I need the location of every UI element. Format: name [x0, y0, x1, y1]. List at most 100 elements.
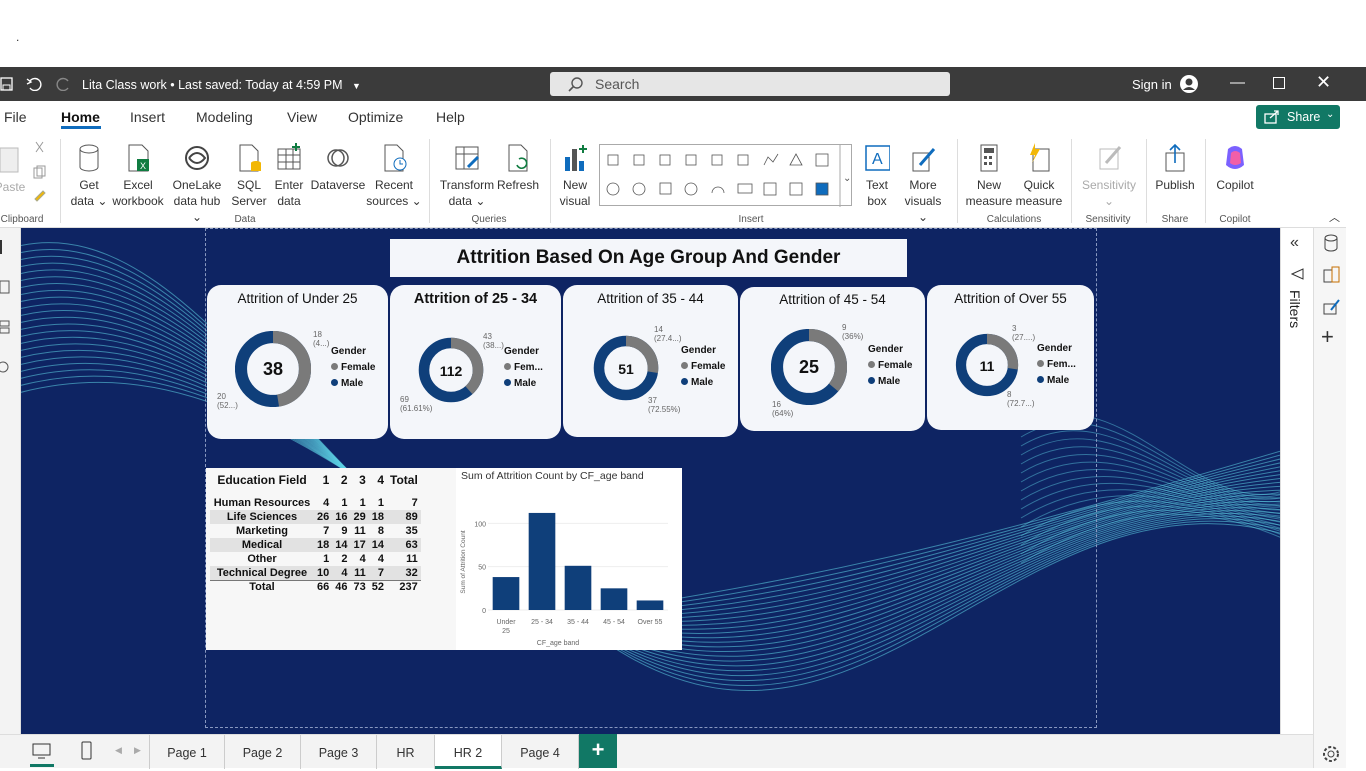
text-box-button[interactable]: A Text box: [858, 143, 896, 209]
excel-workbook-button[interactable]: X Excel workbook: [110, 143, 166, 209]
bar[interactable]: [492, 577, 520, 610]
attrition-bar-chart[interactable]: Sum of Attrition Count by CF_age band Su…: [456, 468, 682, 650]
bar[interactable]: [564, 565, 592, 610]
copy-icon[interactable]: [33, 165, 47, 179]
matrix-row[interactable]: Technical Degree 10 4 11 7 32: [210, 566, 421, 580]
filters-label[interactable]: Filters: [1287, 290, 1303, 328]
donut-card-35-44[interactable]: Attrition of 35 - 44 51 14 (27.4...) 37 (7…: [563, 285, 738, 437]
publish-button[interactable]: Publish: [1152, 143, 1198, 193]
search-placeholder: Search: [595, 76, 640, 92]
refresh-button[interactable]: Refresh: [496, 143, 540, 193]
tab-view[interactable]: View: [287, 109, 317, 125]
donut-card-over-55[interactable]: Attrition of Over 55 11 3 (27....) 8 (72.7…: [927, 285, 1094, 430]
donut-card-45-54[interactable]: Attrition of 45 - 54 25 9 (36%) 16 (64%) G…: [740, 287, 925, 431]
page-tab-page-4[interactable]: Page 4: [502, 735, 579, 769]
cut-icon[interactable]: [33, 141, 47, 155]
desktop-view-icon[interactable]: [32, 743, 52, 759]
collapse-ribbon-icon[interactable]: ︿: [1329, 209, 1340, 225]
matrix-header-cell[interactable]: 4: [369, 470, 387, 490]
paste-button[interactable]: Paste: [0, 145, 26, 195]
expand-filters-icon[interactable]: «: [1290, 234, 1299, 252]
report-title[interactable]: Attrition Based On Age Group And Gender: [390, 239, 907, 277]
donut-card-25-34[interactable]: Attrition of 25 - 34 112 43 (38...) 69 (61…: [390, 285, 561, 439]
matrix-row[interactable]: Human Resources 4 1 1 1 7: [210, 496, 421, 510]
page-tab-hr-2[interactable]: HR 2: [435, 735, 502, 769]
matrix-row[interactable]: Medical 18 14 17 14 63: [210, 538, 421, 552]
settings-icon[interactable]: [1321, 744, 1341, 764]
matrix-row[interactable]: Other 1 2 4 4 11: [210, 552, 421, 566]
donut-card-under-25[interactable]: Attrition of Under 25 38 18 (4...) 20 (52.…: [207, 285, 388, 439]
add-pane-icon[interactable]: +: [1321, 324, 1334, 350]
recent-sources-button[interactable]: Recent sources ⌄: [366, 143, 422, 209]
enter-data-button[interactable]: Enter data: [270, 143, 308, 209]
redo-icon[interactable]: [56, 77, 72, 91]
chevron-down-icon[interactable]: ▼: [352, 81, 361, 91]
bar-chart-svg[interactable]: Sum of Attrition Count 0 50 100 Under 25 25 - …: [456, 486, 682, 650]
bar[interactable]: [528, 512, 556, 610]
prev-page-icon[interactable]: ◀: [115, 745, 122, 756]
minimize-button[interactable]: —: [1230, 74, 1245, 91]
sign-in-button[interactable]: Sign in: [1132, 77, 1172, 92]
page-tab-hr[interactable]: HR: [377, 735, 435, 769]
maximize-button[interactable]: [1273, 77, 1285, 89]
bar[interactable]: [636, 600, 664, 610]
bar[interactable]: [600, 588, 628, 610]
table-view-icon[interactable]: [0, 280, 10, 294]
matrix-header-cell[interactable]: Total: [387, 470, 421, 490]
account-icon[interactable]: [1179, 74, 1199, 94]
mobile-view-icon[interactable]: [81, 741, 93, 761]
new-visual-button[interactable]: New visual: [556, 143, 594, 209]
new-measure-button[interactable]: New measure: [964, 143, 1014, 209]
format-painter-icon[interactable]: [33, 189, 47, 203]
matrix-header-cell[interactable]: 3: [351, 470, 369, 490]
matrix-row[interactable]: Marketing 7 9 11 8 35: [210, 524, 421, 538]
tab-help[interactable]: Help: [436, 109, 465, 125]
page-tab-page-3[interactable]: Page 3: [301, 735, 377, 769]
donut-chart[interactable]: 51: [593, 335, 659, 401]
search-box[interactable]: Search: [550, 72, 950, 96]
matrix-header-cell[interactable]: 2: [332, 470, 350, 490]
tab-file[interactable]: File: [4, 109, 27, 125]
data-pane-icon[interactable]: [1323, 234, 1339, 252]
tab-optimize[interactable]: Optimize: [348, 109, 403, 125]
page-tab-page-2[interactable]: Page 2: [225, 735, 301, 769]
visual-gallery[interactable]: ⌄: [599, 144, 852, 207]
share-button[interactable]: Share ⌄: [1256, 105, 1340, 129]
donut-chart[interactable]: 25: [771, 329, 847, 405]
donut-chart[interactable]: 38: [235, 331, 311, 407]
filters-pane[interactable]: « Filters: [1280, 228, 1313, 734]
dataverse-button[interactable]: Dataverse: [309, 143, 367, 193]
copilot-button[interactable]: Copilot: [1210, 143, 1260, 193]
tab-home[interactable]: Home: [61, 109, 100, 125]
add-page-button[interactable]: +: [579, 734, 617, 768]
matrix-row[interactable]: Life Sciences 26 16 29 18 89: [210, 510, 421, 524]
document-title[interactable]: Lita Class work • Last saved: Today at 4…: [82, 78, 361, 92]
title-separator: •: [170, 78, 179, 92]
close-button[interactable]: ✕: [1316, 72, 1331, 93]
next-page-icon[interactable]: ▶: [134, 745, 141, 756]
legend-title: Gender: [868, 344, 904, 355]
matrix-header-cell[interactable]: Education Field: [210, 470, 314, 490]
model-view-icon[interactable]: [0, 320, 10, 334]
page-tab-page-1[interactable]: Page 1: [149, 735, 225, 769]
format-pane-icon[interactable]: [1323, 266, 1341, 284]
get-data-button[interactable]: Get data ⌄: [70, 143, 108, 209]
quick-measure-button[interactable]: Quick measure: [1014, 143, 1064, 209]
education-matrix[interactable]: Education Field 1 2 3 4 Total Human Resources 4…: [206, 468, 456, 650]
sql-server-button[interactable]: SQL Server: [229, 143, 269, 209]
matrix-header-cell[interactable]: 1: [314, 470, 332, 490]
sensitivity-button[interactable]: Sensitivity ⌄: [1078, 143, 1140, 209]
onelake-button[interactable]: OneLake data hub ⌄: [167, 143, 227, 225]
dax-query-icon[interactable]: [0, 360, 10, 374]
tab-modeling[interactable]: Modeling: [196, 109, 253, 125]
save-icon[interactable]: [0, 77, 14, 91]
build-visual-icon[interactable]: [1323, 298, 1341, 316]
donut-chart[interactable]: 112: [418, 337, 484, 403]
transform-data-button[interactable]: Transform data ⌄: [438, 143, 496, 209]
report-view-icon[interactable]: [0, 240, 6, 254]
tab-insert[interactable]: Insert: [130, 109, 165, 125]
matrix-total-row[interactable]: Total 66 46 73 52 237: [210, 579, 421, 594]
more-visuals-button[interactable]: More visuals ⌄: [898, 143, 948, 225]
undo-icon[interactable]: [26, 77, 42, 91]
donut-chart[interactable]: 11: [955, 333, 1019, 397]
